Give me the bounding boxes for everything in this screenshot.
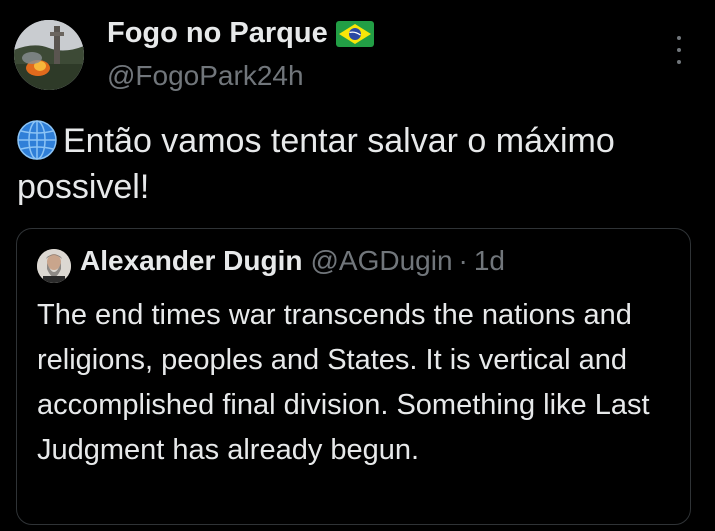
fire-scene-image	[14, 20, 84, 90]
quoted-header: Alexander Dugin @AGDugin · 1d	[80, 245, 505, 277]
more-dot	[677, 36, 681, 40]
author-name[interactable]: Fogo no Parque	[107, 17, 328, 50]
quoted-timestamp[interactable]: 1d	[474, 245, 505, 277]
author-avatar[interactable]	[14, 20, 84, 90]
separator-dot: ·	[458, 245, 468, 276]
brazil-flag-icon	[335, 20, 374, 47]
tweet-card[interactable]: Fogo no Parque @FogoPark24h Então vamos …	[0, 0, 715, 531]
quoted-author-avatar[interactable]	[37, 249, 71, 283]
quoted-author-handle[interactable]: @AGDugin	[310, 245, 452, 277]
tweet-text: Então vamos tentar salvar o máximo possi…	[17, 118, 697, 210]
quoted-author-name[interactable]: Alexander Dugin	[80, 245, 302, 277]
portrait-image	[37, 249, 71, 283]
quoted-tweet-text: The end times war transcends the nations…	[37, 299, 650, 466]
quoted-tweet[interactable]: Alexander Dugin @AGDugin · 1d The end ti…	[16, 228, 691, 525]
more-options-icon[interactable]	[668, 36, 690, 64]
more-dot	[677, 48, 681, 52]
globe-icon	[17, 120, 57, 160]
more-dot	[677, 60, 681, 64]
author-handle[interactable]: @FogoPark24h	[107, 60, 304, 92]
author-name-row[interactable]: Fogo no Parque	[107, 17, 374, 50]
tweet-text-content: Então vamos tentar salvar o máximo possi…	[17, 122, 615, 206]
